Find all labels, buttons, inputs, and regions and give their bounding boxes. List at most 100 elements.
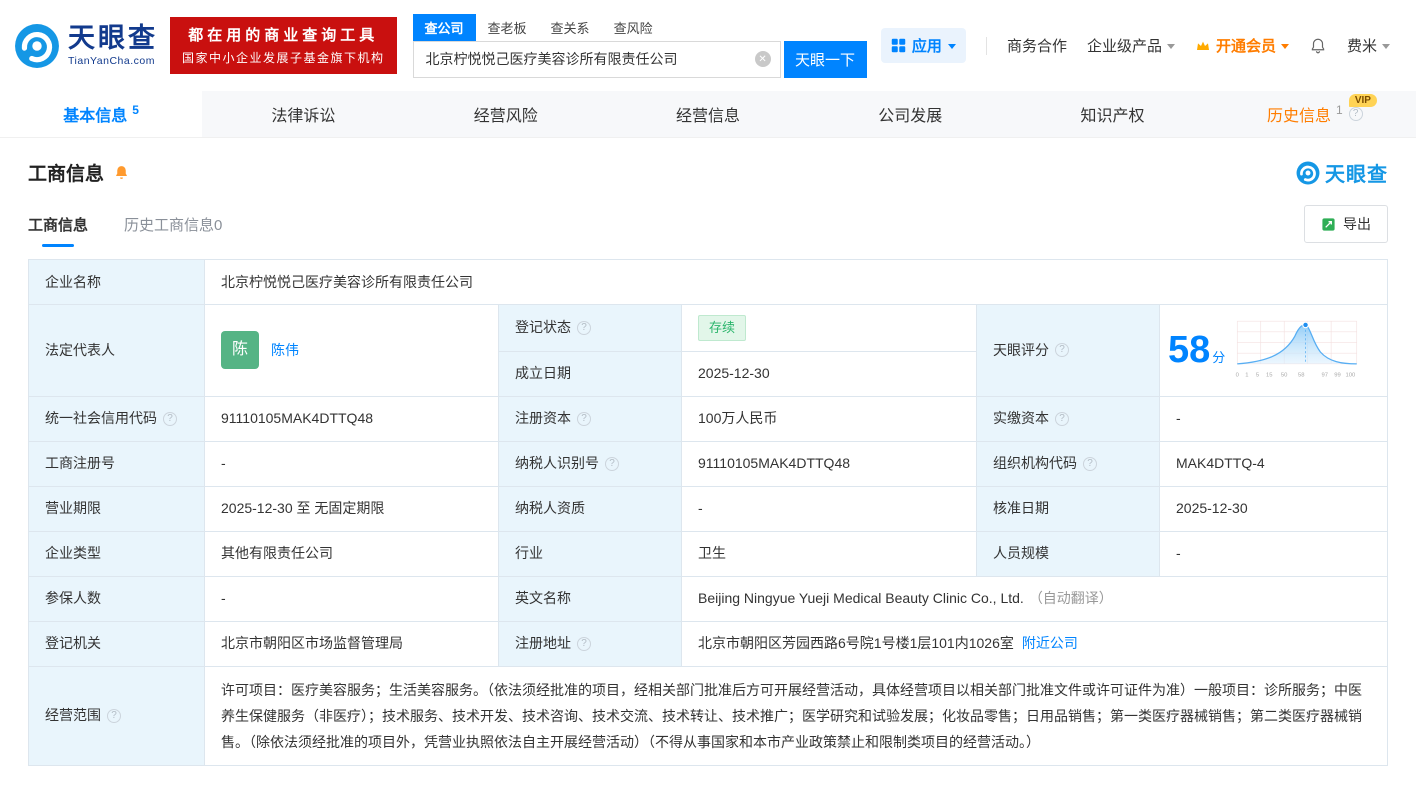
search-input[interactable]: [413, 41, 781, 78]
tab-history-info[interactable]: VIP 历史信息 1 ?: [1214, 91, 1416, 137]
auto-translate-note: （自动翻译）: [1029, 588, 1113, 609]
help-icon[interactable]: ?: [107, 709, 121, 723]
status-badge: 存续: [698, 315, 746, 341]
help-icon[interactable]: ?: [1083, 457, 1097, 471]
subtab-history-business-info[interactable]: 历史工商信息0: [124, 214, 222, 247]
tab-basic-info[interactable]: 基本信息 5: [0, 91, 202, 137]
tab-operating-info[interactable]: 经营信息: [607, 91, 809, 137]
promo-banner: 都在用的商业查询工具 国家中小企业发展子基金旗下机构: [170, 17, 397, 74]
nearby-companies-link[interactable]: 附近公司: [1022, 633, 1078, 654]
search-tab-company[interactable]: 查公司: [413, 14, 476, 41]
brand-watermark: 天眼查: [1296, 158, 1388, 187]
label-industry: 行业: [499, 532, 682, 576]
tab-count: 5: [132, 103, 139, 117]
subtab-business-info[interactable]: 工商信息: [28, 214, 88, 247]
bell-icon: [113, 164, 130, 181]
grid-icon: [891, 38, 906, 53]
help-icon[interactable]: ?: [577, 412, 591, 426]
value-staff-size: -: [1160, 532, 1387, 576]
tab-company-development[interactable]: 公司发展: [809, 91, 1011, 137]
label-company-name: 企业名称: [29, 260, 205, 304]
help-icon[interactable]: ?: [1055, 343, 1069, 357]
help-icon[interactable]: ?: [577, 637, 591, 651]
tab-operating-risk[interactable]: 经营风险: [405, 91, 607, 137]
value-insured-count: -: [205, 577, 499, 621]
logo-text: 天眼查 TianYanCha.com: [68, 25, 158, 67]
help-icon[interactable]: ?: [163, 412, 177, 426]
tab-label: 基本信息: [63, 102, 127, 126]
label-paid-capital: 实缴资本 ?: [977, 397, 1160, 441]
tab-intellectual-property[interactable]: 知识产权: [1011, 91, 1213, 137]
label-tyc-score: 天眼评分 ?: [977, 305, 1160, 396]
notification-bell[interactable]: [1309, 37, 1327, 55]
help-icon[interactable]: ?: [1349, 107, 1363, 121]
label-legal-rep: 法定代表人: [29, 305, 205, 396]
value-org-code: MAK4DTTQ-4: [1160, 442, 1387, 486]
logo-brand: 天眼查: [68, 25, 158, 52]
export-label: 导出: [1343, 214, 1371, 234]
search-button[interactable]: 天眼一下: [784, 41, 867, 78]
status-date-group: 登记状态 ? 存续 成立日期 2025-12-30: [499, 305, 977, 396]
tianyancha-logo-icon: [14, 23, 60, 69]
label-approval-date: 核准日期: [977, 487, 1160, 531]
tab-label: 经营信息: [676, 102, 740, 126]
search-tab-boss[interactable]: 查老板: [476, 14, 539, 41]
legal-rep-link[interactable]: 陈伟: [271, 340, 299, 361]
value-paid-capital: -: [1160, 397, 1387, 441]
label-insured-count: 参保人数: [29, 577, 205, 621]
value-est-date: 2025-12-30: [682, 352, 977, 396]
search-tabs: 查公司 查老板 查关系 查风险: [413, 14, 867, 41]
label-business-scope: 经营范围 ?: [29, 667, 205, 765]
legal-rep-avatar[interactable]: 陈: [221, 331, 259, 369]
subscribe-bell-button[interactable]: [113, 164, 130, 181]
table-row: 统一社会信用代码 ? 91110105MAK4DTTQ48 注册资本 ? 100…: [29, 397, 1387, 442]
search-tab-risk[interactable]: 查风险: [602, 14, 665, 41]
header-nav: 应用 商务合作 企业级产品 开通会员 费米: [881, 28, 1390, 63]
value-reg-address: 北京市朝阳区芳园西路6号院1号楼1层101内1026室 附近公司: [682, 622, 1387, 666]
label-org-code: 组织机构代码 ?: [977, 442, 1160, 486]
value-taxpayer-quali: -: [682, 487, 977, 531]
nav-cooperation[interactable]: 商务合作: [1007, 35, 1067, 56]
vip-badge: VIP: [1349, 94, 1377, 107]
svg-text:15: 15: [1266, 373, 1273, 379]
label-company-type: 企业类型: [29, 532, 205, 576]
chevron-down-icon: [948, 44, 956, 53]
chevron-down-icon: [1281, 44, 1289, 53]
export-button[interactable]: 导出: [1304, 205, 1388, 243]
chevron-down-icon: [1382, 44, 1390, 53]
table-row: 登记机关 北京市朝阳区市场监督管理局 注册地址 ? 北京市朝阳区芳园西路6号院1…: [29, 622, 1387, 667]
help-icon[interactable]: ?: [1055, 412, 1069, 426]
tab-label: 历史信息: [1267, 102, 1331, 126]
tab-label: 法律诉讼: [271, 102, 335, 126]
tianyancha-logo[interactable]: 天眼查 TianYanCha.com: [14, 23, 158, 69]
apps-label: 应用: [912, 35, 942, 56]
apps-button[interactable]: 应用: [881, 28, 966, 63]
user-menu[interactable]: 费米: [1347, 35, 1390, 56]
label-taxpayer-quali: 纳税人资质: [499, 487, 682, 531]
svg-text:50: 50: [1281, 373, 1288, 379]
chevron-down-icon: [1167, 44, 1175, 53]
label-credit-code: 统一社会信用代码 ?: [29, 397, 205, 441]
logo-domain: TianYanCha.com: [68, 56, 158, 67]
section-title: 工商信息: [28, 159, 104, 186]
table-row: 企业名称 北京柠悦悦己医疗美容诊所有限责任公司: [29, 260, 1387, 305]
help-icon[interactable]: ?: [605, 457, 619, 471]
label-reg-address: 注册地址 ?: [499, 622, 682, 666]
promo-line1: 都在用的商业查询工具: [182, 24, 385, 45]
nav-enterprise-products[interactable]: 企业级产品: [1087, 35, 1175, 56]
value-company-type: 其他有限责任公司: [205, 532, 499, 576]
search-tab-relation[interactable]: 查关系: [539, 14, 602, 41]
nav-open-vip[interactable]: 开通会员: [1195, 35, 1289, 56]
value-approval-date: 2025-12-30: [1160, 487, 1387, 531]
label-reg-no: 工商注册号: [29, 442, 205, 486]
score-number: 58 分: [1168, 331, 1225, 369]
value-business-scope: 许可项目：医疗美容服务；生活美容服务。（依法须经批准的项目，经相关部门批准后方可…: [205, 667, 1387, 765]
value-reg-authority: 北京市朝阳区市场监督管理局: [205, 622, 499, 666]
export-icon: [1321, 217, 1336, 232]
value-credit-code: 91110105MAK4DTTQ48: [205, 397, 499, 441]
table-row: 营业期限 2025-12-30 至 无固定期限 纳税人资质 - 核准日期 202…: [29, 487, 1387, 532]
help-icon[interactable]: ?: [577, 321, 591, 335]
clear-icon[interactable]: ✕: [755, 51, 771, 67]
tab-legal-litigation[interactable]: 法律诉讼: [202, 91, 404, 137]
value-company-name: 北京柠悦悦己医疗美容诊所有限责任公司: [205, 260, 1387, 304]
